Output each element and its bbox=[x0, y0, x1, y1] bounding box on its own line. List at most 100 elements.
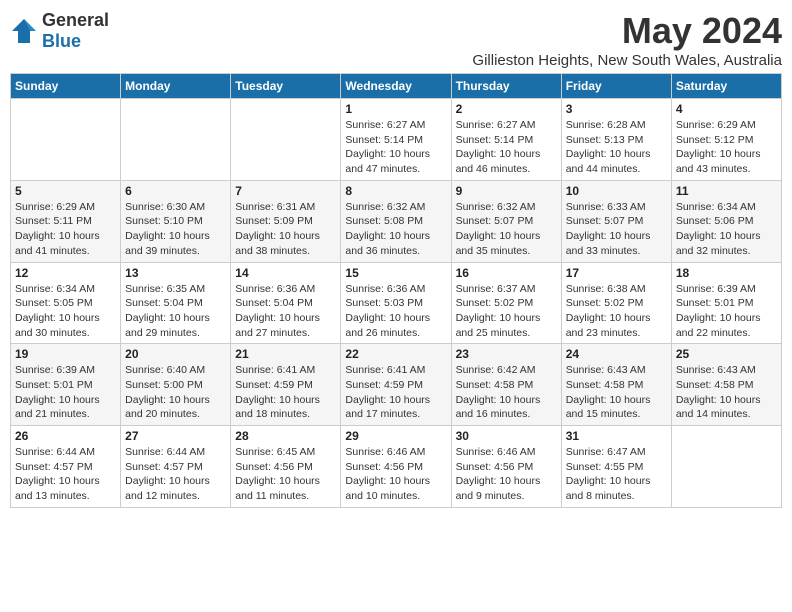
calendar-table: SundayMondayTuesdayWednesdayThursdayFrid… bbox=[10, 73, 782, 508]
cell-date-number: 22 bbox=[345, 347, 446, 361]
cell-date-number: 11 bbox=[676, 184, 777, 198]
cell-info: Sunrise: 6:41 AM Sunset: 4:59 PM Dayligh… bbox=[345, 363, 446, 422]
cell-info: Sunrise: 6:39 AM Sunset: 5:01 PM Dayligh… bbox=[15, 363, 116, 422]
cell-info: Sunrise: 6:39 AM Sunset: 5:01 PM Dayligh… bbox=[676, 282, 777, 341]
cell-info: Sunrise: 6:29 AM Sunset: 5:11 PM Dayligh… bbox=[15, 200, 116, 259]
calendar-cell: 31Sunrise: 6:47 AM Sunset: 4:55 PM Dayli… bbox=[561, 426, 671, 508]
calendar-cell: 15Sunrise: 6:36 AM Sunset: 5:03 PM Dayli… bbox=[341, 262, 451, 344]
calendar-cell: 7 Sunrise: 6:31 AM Sunset: 5:09 PM Daylig… bbox=[231, 180, 341, 262]
cell-date-number: 3 bbox=[566, 102, 667, 116]
logo-general: General bbox=[42, 10, 109, 30]
cell-info: Sunrise: 6:37 AM Sunset: 5:02 PM Dayligh… bbox=[456, 282, 557, 341]
cell-info: Sunrise: 6:34 AM Sunset: 5:06 PM Dayligh… bbox=[676, 200, 777, 259]
calendar-cell: 1 Sunrise: 6:27 AM Sunset: 5:14 PM Daylig… bbox=[341, 99, 451, 181]
calendar-cell: 3 Sunrise: 6:28 AM Sunset: 5:13 PM Daylig… bbox=[561, 99, 671, 181]
cell-date-number: 9 bbox=[456, 184, 557, 198]
calendar-cell: 24Sunrise: 6:43 AM Sunset: 4:58 PM Dayli… bbox=[561, 344, 671, 426]
cell-info: Sunrise: 6:38 AM Sunset: 5:02 PM Dayligh… bbox=[566, 282, 667, 341]
calendar-week-row: 12 Sunrise: 6:34 AM Sunset: 5:05 PM Dayli… bbox=[11, 262, 782, 344]
cell-date-number: 29 bbox=[345, 429, 446, 443]
location-title: Gillieston Heights, New South Wales, Aus… bbox=[472, 52, 782, 69]
calendar-cell: 4Sunrise: 6:29 AM Sunset: 5:12 PM Daylig… bbox=[671, 99, 781, 181]
calendar-cell: 16 Sunrise: 6:37 AM Sunset: 5:02 PM Dayli… bbox=[451, 262, 561, 344]
calendar-cell: 26Sunrise: 6:44 AM Sunset: 4:57 PM Dayli… bbox=[11, 426, 121, 508]
cell-date-number: 27 bbox=[125, 429, 226, 443]
cell-info: Sunrise: 6:42 AM Sunset: 4:58 PM Dayligh… bbox=[456, 363, 557, 422]
cell-info: Sunrise: 6:40 AM Sunset: 5:00 PM Dayligh… bbox=[125, 363, 226, 422]
calendar-week-row: 5 Sunrise: 6:29 AM Sunset: 5:11 PM Daylig… bbox=[11, 180, 782, 262]
cell-info: Sunrise: 6:44 AM Sunset: 4:57 PM Dayligh… bbox=[125, 445, 226, 504]
cell-info: Sunrise: 6:36 AM Sunset: 5:03 PM Dayligh… bbox=[345, 282, 446, 341]
cell-date-number: 1 bbox=[345, 102, 446, 116]
cell-date-number: 18 bbox=[676, 266, 777, 280]
cell-info: Sunrise: 6:30 AM Sunset: 5:10 PM Dayligh… bbox=[125, 200, 226, 259]
month-title: May 2024 bbox=[472, 10, 782, 52]
cell-date-number: 8 bbox=[345, 184, 446, 198]
page-header: General Blue May 2024 Gillieston Heights… bbox=[10, 10, 782, 69]
cell-info: Sunrise: 6:41 AM Sunset: 4:59 PM Dayligh… bbox=[235, 363, 336, 422]
cell-info: Sunrise: 6:34 AM Sunset: 5:05 PM Dayligh… bbox=[15, 282, 116, 341]
cell-info: Sunrise: 6:31 AM Sunset: 5:09 PM Dayligh… bbox=[235, 200, 336, 259]
cell-date-number: 20 bbox=[125, 347, 226, 361]
calendar-cell: 25Sunrise: 6:43 AM Sunset: 4:58 PM Dayli… bbox=[671, 344, 781, 426]
calendar-cell: 8Sunrise: 6:32 AM Sunset: 5:08 PM Daylig… bbox=[341, 180, 451, 262]
calendar-cell bbox=[671, 426, 781, 508]
calendar-week-row: 19 Sunrise: 6:39 AM Sunset: 5:01 PM Dayli… bbox=[11, 344, 782, 426]
cell-date-number: 17 bbox=[566, 266, 667, 280]
cell-date-number: 5 bbox=[15, 184, 116, 198]
calendar-cell: 5 Sunrise: 6:29 AM Sunset: 5:11 PM Daylig… bbox=[11, 180, 121, 262]
cell-date-number: 25 bbox=[676, 347, 777, 361]
cell-info: Sunrise: 6:46 AM Sunset: 4:56 PM Dayligh… bbox=[456, 445, 557, 504]
calendar-cell: 12 Sunrise: 6:34 AM Sunset: 5:05 PM Dayli… bbox=[11, 262, 121, 344]
cell-date-number: 7 bbox=[235, 184, 336, 198]
cell-date-number: 19 bbox=[15, 347, 116, 361]
cell-info: Sunrise: 6:27 AM Sunset: 5:14 PM Dayligh… bbox=[456, 118, 557, 177]
calendar-cell: 23Sunrise: 6:42 AM Sunset: 4:58 PM Dayli… bbox=[451, 344, 561, 426]
calendar-cell: 13 Sunrise: 6:35 AM Sunset: 5:04 PM Dayli… bbox=[121, 262, 231, 344]
calendar-cell: 2Sunrise: 6:27 AM Sunset: 5:14 PM Daylig… bbox=[451, 99, 561, 181]
calendar-cell: 22 Sunrise: 6:41 AM Sunset: 4:59 PM Dayli… bbox=[341, 344, 451, 426]
cell-info: Sunrise: 6:46 AM Sunset: 4:56 PM Dayligh… bbox=[345, 445, 446, 504]
calendar-cell: 14 Sunrise: 6:36 AM Sunset: 5:04 PM Dayli… bbox=[231, 262, 341, 344]
day-header-saturday: Saturday bbox=[671, 74, 781, 99]
calendar-cell: 18 Sunrise: 6:39 AM Sunset: 5:01 PM Dayli… bbox=[671, 262, 781, 344]
cell-date-number: 13 bbox=[125, 266, 226, 280]
day-header-thursday: Thursday bbox=[451, 74, 561, 99]
cell-date-number: 6 bbox=[125, 184, 226, 198]
cell-date-number: 16 bbox=[456, 266, 557, 280]
calendar-cell: 17 Sunrise: 6:38 AM Sunset: 5:02 PM Dayli… bbox=[561, 262, 671, 344]
day-header-wednesday: Wednesday bbox=[341, 74, 451, 99]
cell-info: Sunrise: 6:45 AM Sunset: 4:56 PM Dayligh… bbox=[235, 445, 336, 504]
calendar-week-row: 1 Sunrise: 6:27 AM Sunset: 5:14 PM Daylig… bbox=[11, 99, 782, 181]
cell-date-number: 28 bbox=[235, 429, 336, 443]
day-header-sunday: Sunday bbox=[11, 74, 121, 99]
cell-info: Sunrise: 6:28 AM Sunset: 5:13 PM Dayligh… bbox=[566, 118, 667, 177]
cell-info: Sunrise: 6:27 AM Sunset: 5:14 PM Dayligh… bbox=[345, 118, 446, 177]
cell-info: Sunrise: 6:35 AM Sunset: 5:04 PM Dayligh… bbox=[125, 282, 226, 341]
cell-date-number: 4 bbox=[676, 102, 777, 116]
cell-info: Sunrise: 6:36 AM Sunset: 5:04 PM Dayligh… bbox=[235, 282, 336, 341]
calendar-cell bbox=[11, 99, 121, 181]
calendar-cell bbox=[121, 99, 231, 181]
cell-info: Sunrise: 6:43 AM Sunset: 4:58 PM Dayligh… bbox=[566, 363, 667, 422]
calendar-cell: 11 Sunrise: 6:34 AM Sunset: 5:06 PM Dayli… bbox=[671, 180, 781, 262]
title-block: May 2024 Gillieston Heights, New South W… bbox=[472, 10, 782, 69]
cell-date-number: 31 bbox=[566, 429, 667, 443]
calendar-cell: 27 Sunrise: 6:44 AM Sunset: 4:57 PM Dayli… bbox=[121, 426, 231, 508]
calendar-cell: 19 Sunrise: 6:39 AM Sunset: 5:01 PM Dayli… bbox=[11, 344, 121, 426]
cell-date-number: 26 bbox=[15, 429, 116, 443]
cell-date-number: 10 bbox=[566, 184, 667, 198]
calendar-week-row: 26 Sunrise: 6:44 AM Sunset: 4:57 PM Dayli… bbox=[11, 426, 782, 508]
calendar-header-row: SundayMondayTuesdayWednesdayThursdayFrid… bbox=[11, 74, 782, 99]
cell-date-number: 14 bbox=[235, 266, 336, 280]
day-header-tuesday: Tuesday bbox=[231, 74, 341, 99]
cell-date-number: 21 bbox=[235, 347, 336, 361]
calendar-cell: 21 Sunrise: 6:41 AM Sunset: 4:59 PM Dayli… bbox=[231, 344, 341, 426]
calendar-cell: 30Sunrise: 6:46 AM Sunset: 4:56 PM Dayli… bbox=[451, 426, 561, 508]
calendar-cell: 10Sunrise: 6:33 AM Sunset: 5:07 PM Dayli… bbox=[561, 180, 671, 262]
cell-date-number: 12 bbox=[15, 266, 116, 280]
calendar-cell: 6 Sunrise: 6:30 AM Sunset: 5:10 PM Daylig… bbox=[121, 180, 231, 262]
calendar-cell: 20 Sunrise: 6:40 AM Sunset: 5:00 PM Dayli… bbox=[121, 344, 231, 426]
calendar-cell bbox=[231, 99, 341, 181]
logo: General Blue bbox=[10, 10, 109, 52]
